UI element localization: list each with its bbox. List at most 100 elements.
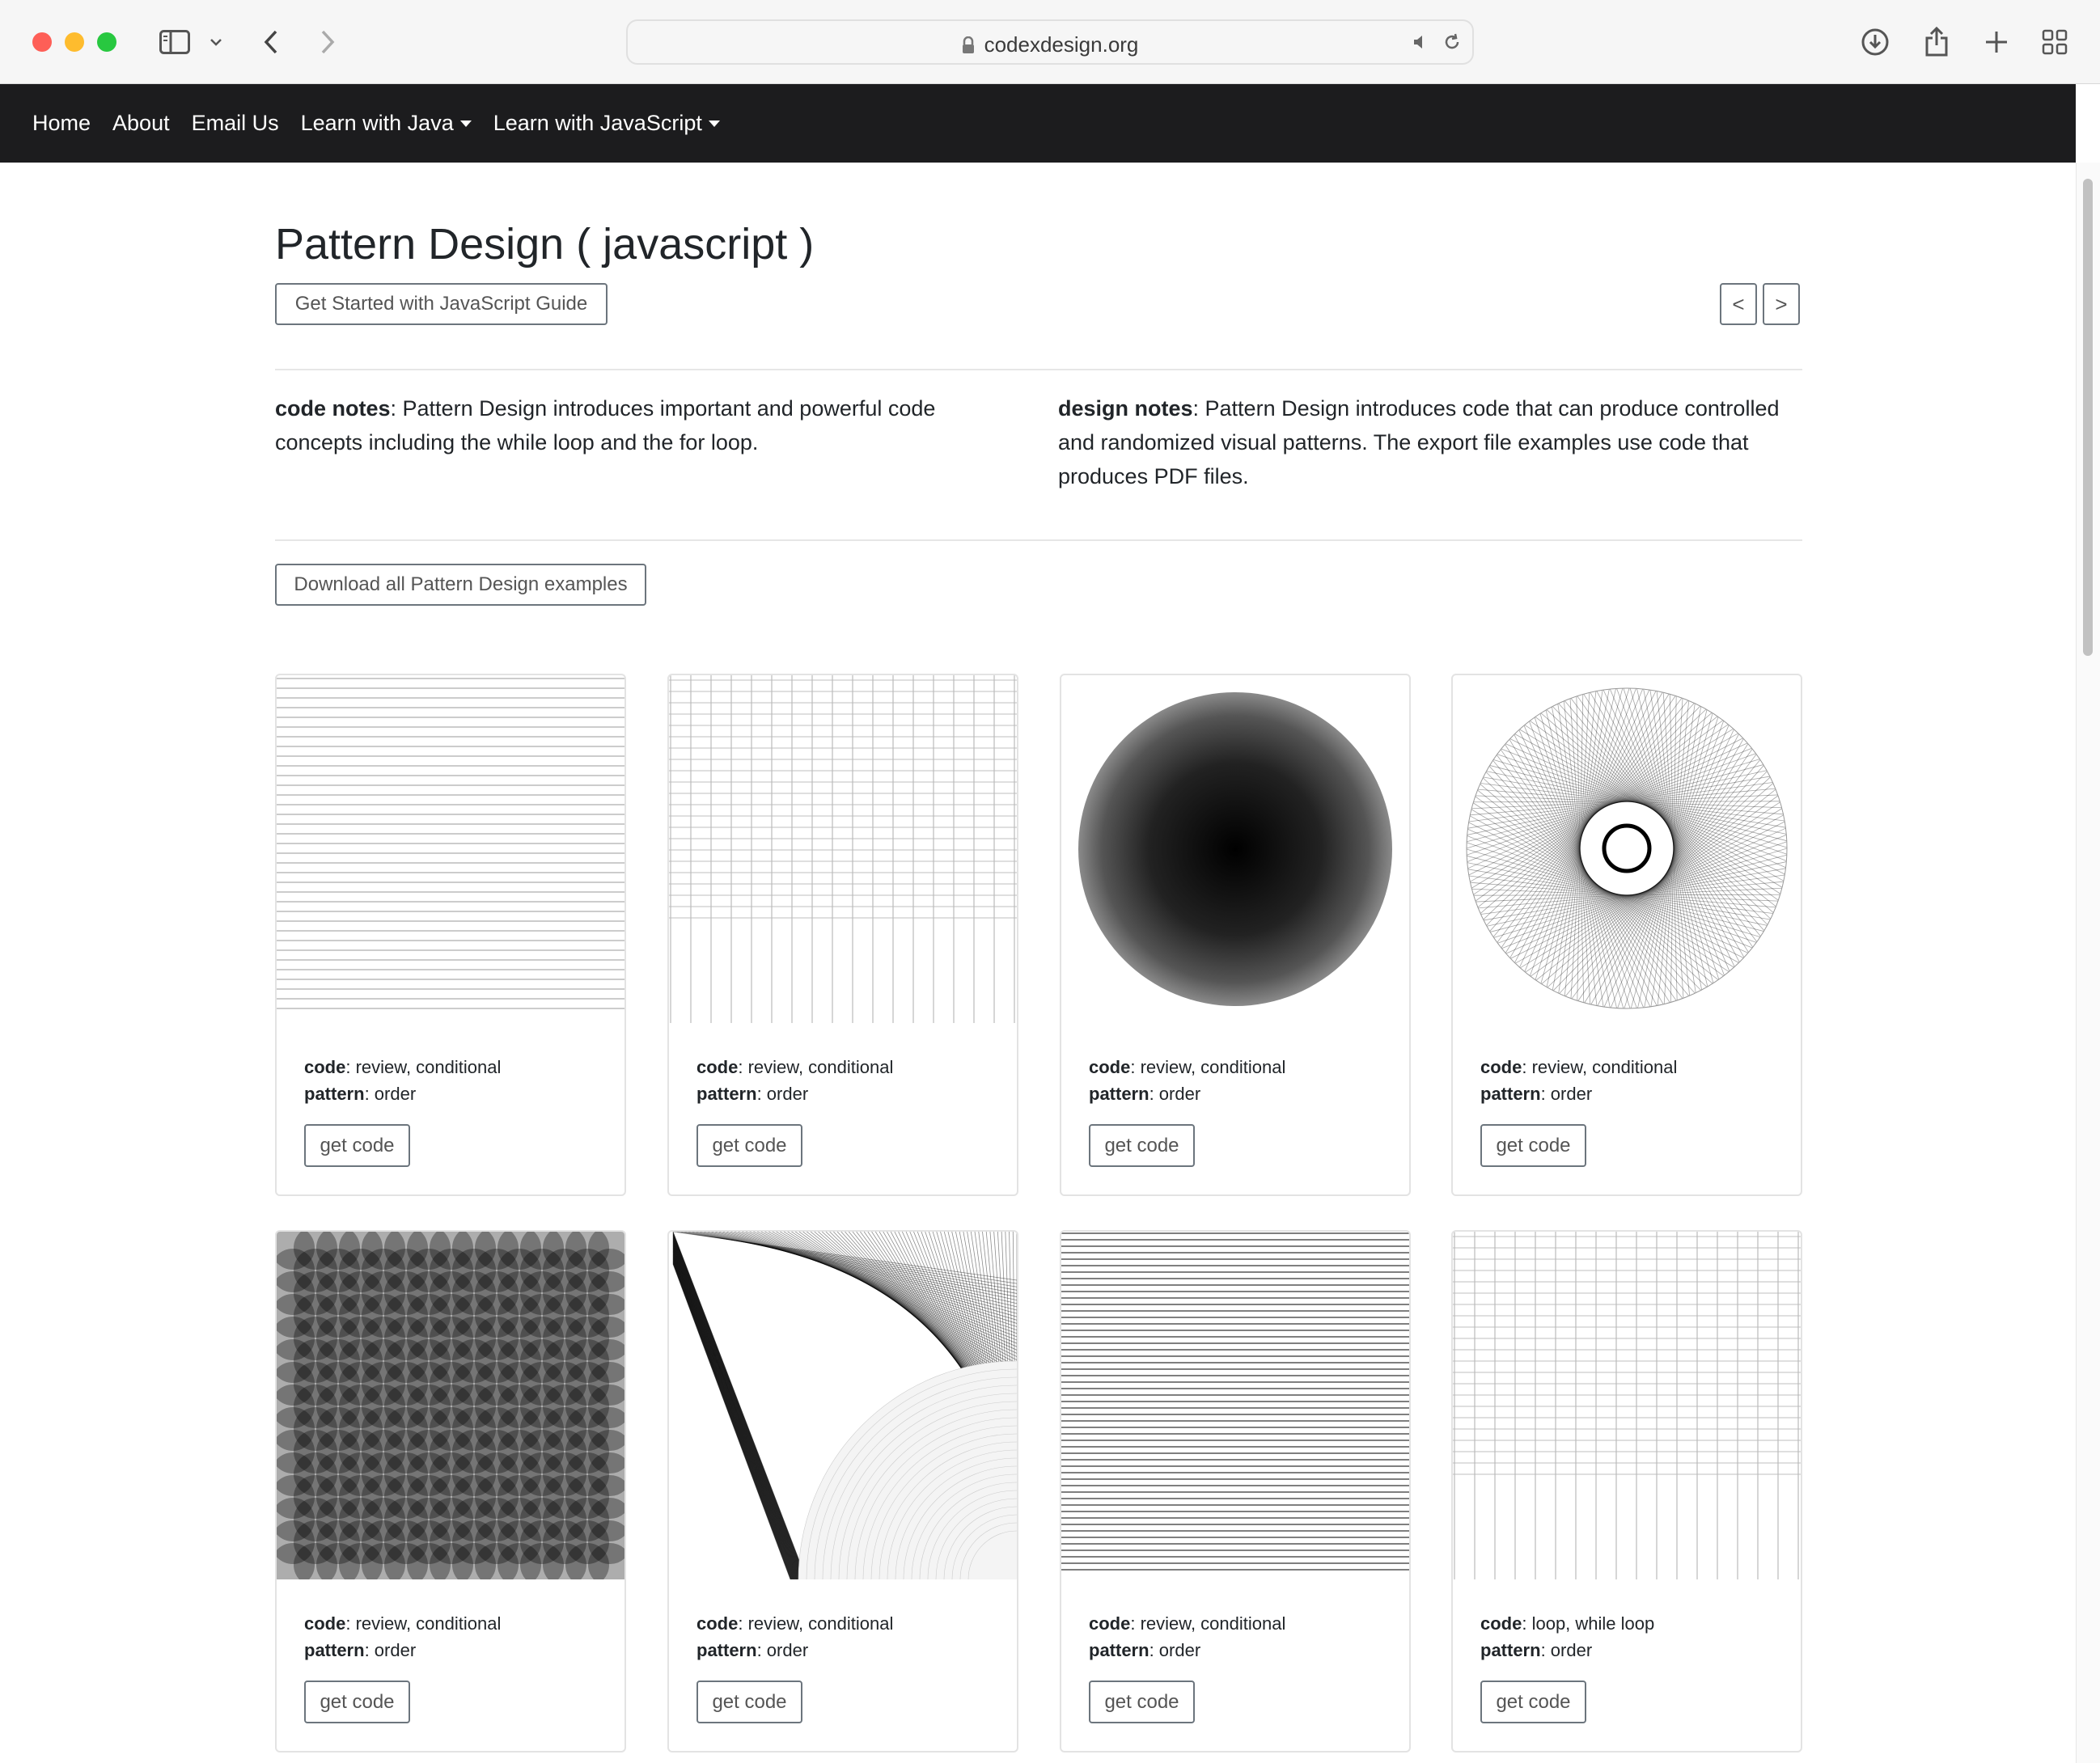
pattern-card: code: loop, while loop pattern: order ge… [1451, 1230, 1802, 1752]
code-label: code [304, 1613, 346, 1634]
page-scrollbar[interactable] [2076, 163, 2100, 1763]
get-code-button[interactable]: get code [1480, 1681, 1586, 1723]
code-value: : review, conditional [345, 1057, 502, 1077]
forward-arrow-icon[interactable] [315, 23, 340, 61]
share-icon[interactable] [1922, 23, 1951, 61]
divider [275, 539, 1802, 541]
minimize-window-button[interactable] [65, 32, 84, 52]
code-label: code [696, 1057, 739, 1077]
code-label: code [1480, 1613, 1522, 1634]
plus-icon[interactable] [1982, 23, 2011, 61]
card-meta: code: review, conditional pattern: order [696, 1054, 893, 1107]
card-meta: code: loop, while loop pattern: order [1480, 1610, 1654, 1664]
pattern-value: : order [1540, 1084, 1593, 1104]
nav-learn-javascript-label: Learn with JavaScript [493, 111, 702, 135]
javascript-guide-button[interactable]: Get Started with JavaScript Guide [275, 283, 608, 325]
pattern-value: : order [756, 1640, 809, 1660]
pattern-label: pattern [696, 1084, 757, 1104]
get-code-button[interactable]: get code [696, 1124, 802, 1167]
grid-icon[interactable] [2040, 23, 2069, 61]
design-notes-label: design notes [1058, 396, 1193, 421]
pattern-thumbnail[interactable] [1061, 1232, 1409, 1579]
nav-learn-java-label: Learn with Java [300, 111, 454, 135]
pattern-thumbnail[interactable] [1453, 1232, 1801, 1579]
get-code-button[interactable]: get code [1089, 1681, 1195, 1723]
get-code-button[interactable]: get code [304, 1124, 410, 1167]
pattern-card: code: review, conditional pattern: order… [1451, 674, 1802, 1196]
browser-toolbar: codexdesign.org [0, 0, 2100, 84]
code-label: code [1480, 1057, 1522, 1077]
get-code-button[interactable]: get code [696, 1681, 802, 1723]
pattern-value: : order [1149, 1640, 1201, 1660]
code-value: : review, conditional [345, 1613, 502, 1634]
sidebar-icon[interactable] [157, 23, 193, 61]
pattern-label: pattern [1480, 1084, 1541, 1104]
pattern-card: code: review, conditional pattern: order… [275, 1230, 626, 1752]
code-notes: code notes: Pattern Design introduces im… [275, 391, 1003, 459]
card-meta: code: review, conditional pattern: order [1480, 1054, 1677, 1107]
pattern-card: code: review, conditional pattern: order… [1060, 674, 1411, 1196]
code-label: code [1089, 1057, 1131, 1077]
back-arrow-icon[interactable] [259, 23, 283, 61]
download-icon[interactable] [1859, 23, 1891, 61]
pattern-value: : order [364, 1084, 417, 1104]
lock-icon [962, 36, 975, 54]
pattern-value: : order [1149, 1084, 1201, 1104]
pattern-card: code: review, conditional pattern: order… [667, 674, 1018, 1196]
nav-about[interactable]: About [112, 111, 170, 136]
pattern-thumbnail[interactable] [669, 675, 1017, 1023]
pattern-thumbnail[interactable] [1061, 675, 1409, 1023]
pattern-card: code: review, conditional pattern: order… [275, 674, 626, 1196]
pattern-thumbnail[interactable] [1453, 675, 1801, 1023]
card-meta: code: review, conditional pattern: order [1089, 1054, 1285, 1107]
pattern-label: pattern [696, 1640, 757, 1660]
pattern-value: : order [756, 1084, 809, 1104]
get-code-button[interactable]: get code [304, 1681, 410, 1723]
pattern-label: pattern [304, 1084, 365, 1104]
pattern-label: pattern [1089, 1084, 1149, 1104]
previous-page-button[interactable]: < [1720, 283, 1757, 325]
code-label: code [696, 1613, 739, 1634]
caret-down-icon [459, 120, 472, 127]
nav-learn-java-dropdown[interactable]: Learn with Java [301, 111, 472, 136]
speaker-icon[interactable] [1411, 29, 1430, 55]
code-value: : review, conditional [738, 1057, 894, 1077]
chevron-down-icon[interactable] [206, 23, 226, 61]
card-meta: code: review, conditional pattern: order [696, 1610, 893, 1664]
pattern-label: pattern [1089, 1640, 1149, 1660]
nav-email-us[interactable]: Email Us [192, 111, 279, 136]
code-value: : review, conditional [1522, 1057, 1678, 1077]
pattern-thumbnail[interactable] [277, 1232, 624, 1579]
nav-learn-javascript-dropdown[interactable]: Learn with JavaScript [493, 111, 720, 136]
code-label: code [304, 1057, 346, 1077]
caret-down-icon [708, 120, 720, 127]
code-label: code [1089, 1613, 1131, 1634]
pattern-value: : order [364, 1640, 417, 1660]
address-bar[interactable]: codexdesign.org [626, 19, 1474, 65]
pattern-value: : order [1540, 1640, 1593, 1660]
code-value: : review, conditional [1130, 1057, 1286, 1077]
next-page-button[interactable]: > [1763, 283, 1800, 325]
card-meta: code: review, conditional pattern: order [304, 1054, 501, 1107]
pattern-thumbnail[interactable] [277, 675, 624, 1023]
nav-home[interactable]: Home [32, 111, 91, 136]
maximize-window-button[interactable] [97, 32, 116, 52]
close-window-button[interactable] [32, 32, 52, 52]
code-value: : review, conditional [1130, 1613, 1286, 1634]
design-notes: design notes: Pattern Design introduces … [1058, 391, 1802, 493]
get-code-button[interactable]: get code [1089, 1124, 1195, 1167]
site-navbar: Home About Email Us Learn with Java Lear… [0, 84, 2076, 163]
url-text: codexdesign.org [984, 32, 1139, 57]
download-all-examples-button[interactable]: Download all Pattern Design examples [275, 564, 646, 606]
code-value: : review, conditional [738, 1613, 894, 1634]
divider [275, 369, 1802, 370]
pattern-label: pattern [1480, 1640, 1541, 1660]
card-meta: code: review, conditional pattern: order [304, 1610, 501, 1664]
pattern-thumbnail[interactable] [669, 1232, 1017, 1579]
get-code-button[interactable]: get code [1480, 1124, 1586, 1167]
card-meta: code: review, conditional pattern: order [1089, 1610, 1285, 1664]
scrollbar-thumb[interactable] [2083, 179, 2093, 656]
pattern-card: code: review, conditional pattern: order… [1060, 1230, 1411, 1752]
reload-icon[interactable] [1440, 29, 1464, 55]
code-value: : loop, while loop [1522, 1613, 1655, 1634]
